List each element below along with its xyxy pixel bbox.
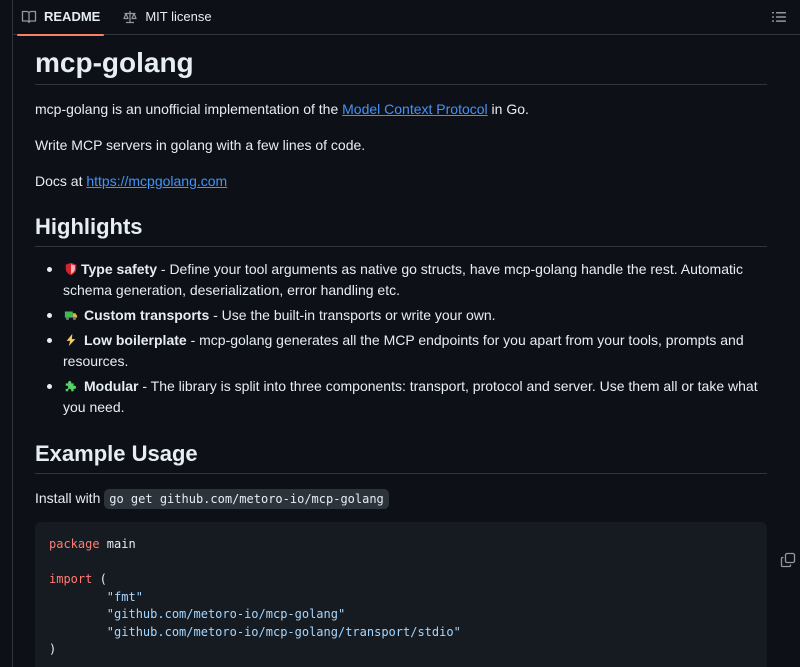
code-keyword: package <box>49 537 100 551</box>
puzzle-icon <box>65 380 77 392</box>
highlight-text: - Use the built-in transports or write y… <box>209 307 496 323</box>
readme-panel: README MIT license mcp-golang mcp-golang… <box>12 0 800 667</box>
highlights-heading: Highlights <box>35 210 767 247</box>
list-item: Type safety - Define your tool arguments… <box>35 259 767 301</box>
truck-icon <box>64 311 78 321</box>
install-paragraph: Install with go get github.com/metoro-io… <box>35 488 389 509</box>
model-context-protocol-link[interactable]: Model Context Protocol <box>342 101 488 117</box>
highlight-title: Modular <box>84 378 139 394</box>
readme-tabbar: README MIT license <box>13 0 800 36</box>
list-item: Low boilerplate - mcp-golang generates a… <box>35 330 767 372</box>
intro-text-end: in Go. <box>487 101 529 117</box>
highlights-list: Type safety - Define your tool arguments… <box>35 259 767 422</box>
intro-paragraph: mcp-golang is an unofficial implementati… <box>35 99 529 120</box>
code-keyword: import <box>49 572 93 586</box>
code-text: ) <box>49 642 57 656</box>
law-icon <box>122 9 138 25</box>
docs-link[interactable]: https://mcpgolang.com <box>86 173 227 189</box>
intro-text: mcp-golang is an unofficial implementati… <box>35 101 343 117</box>
code-block: package main import ( "fmt" "github.com/… <box>35 522 796 667</box>
tab-readme-label: README <box>44 9 101 25</box>
tab-readme[interactable]: README <box>13 0 108 36</box>
install-text: Install with <box>35 490 105 506</box>
outline-list-icon[interactable] <box>771 9 787 25</box>
highlight-title: Type safety <box>81 261 157 277</box>
install-command: go get github.com/metoro-io/mcp-golang <box>104 489 389 509</box>
code-string: "github.com/metoro-io/mcp-golang/transpo… <box>106 624 461 639</box>
tab-license[interactable]: MIT license <box>114 0 219 35</box>
code-string: "github.com/metoro-io/mcp-golang" <box>106 607 346 621</box>
lightning-icon <box>66 333 76 347</box>
code-string: "fmt" <box>106 589 143 604</box>
shield-icon <box>65 262 77 276</box>
docs-paragraph: Docs at https://mcpgolang.com <box>35 171 227 192</box>
example-usage-heading: Example Usage <box>35 437 767 474</box>
page-title: mcp-golang <box>35 35 767 85</box>
book-icon <box>21 9 37 25</box>
code-text: ( <box>92 572 107 586</box>
write-paragraph: Write MCP servers in golang with a few l… <box>35 137 366 153</box>
highlight-text: - Define your tool arguments as native g… <box>63 261 743 298</box>
highlight-text: - The library is split into three compon… <box>63 378 758 415</box>
tab-license-label: MIT license <box>145 9 212 25</box>
readme-content: mcp-golang mcp-golang is an unofficial i… <box>35 35 767 509</box>
code-text: main <box>99 537 136 551</box>
list-item: Modular - The library is split into thre… <box>35 376 767 418</box>
list-item: Custom transports - Use the built-in tra… <box>35 305 767 326</box>
copy-icon[interactable] <box>737 534 796 567</box>
highlight-title: Low boilerplate <box>84 332 187 348</box>
docs-text: Docs at <box>35 173 87 189</box>
highlight-title: Custom transports <box>84 307 210 323</box>
